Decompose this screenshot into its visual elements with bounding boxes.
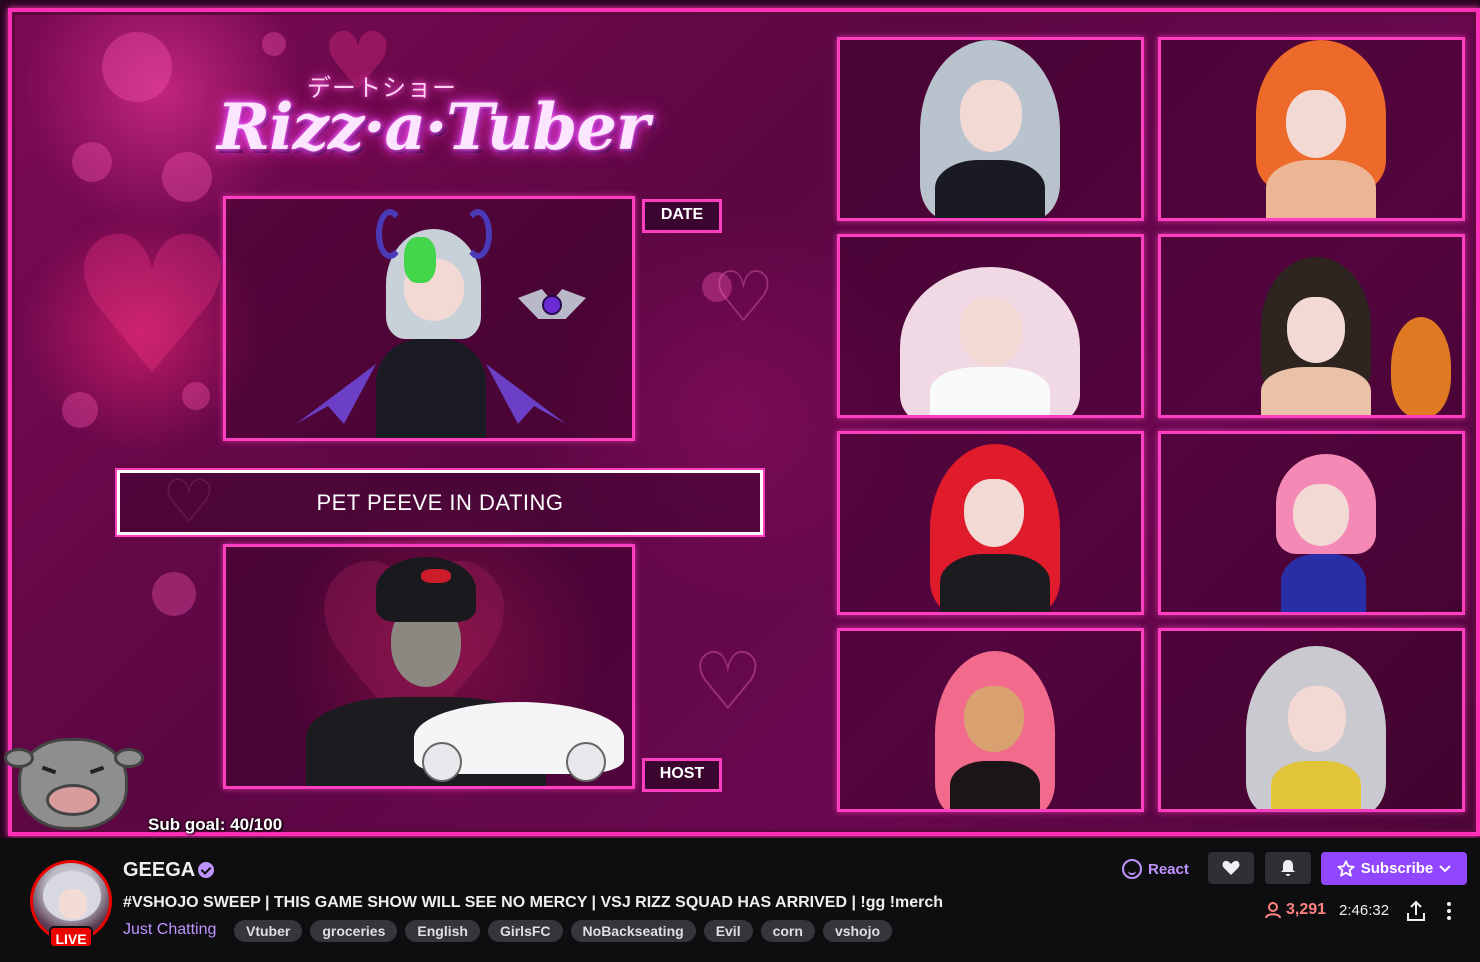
logo-title: Rizz·a·Tuber xyxy=(217,90,650,165)
follow-button[interactable] xyxy=(1208,852,1254,884)
tag-chip[interactable]: groceries xyxy=(310,920,398,942)
contestant-panel xyxy=(837,234,1144,418)
notifications-button[interactable] xyxy=(1265,852,1311,884)
contestant-panel xyxy=(1158,431,1465,615)
mascot-avatar xyxy=(4,718,154,836)
host-label: HOST xyxy=(642,758,722,792)
contestant-panel xyxy=(1158,37,1465,221)
tag-chip[interactable]: Vtuber xyxy=(234,920,303,942)
tag-chip[interactable]: English xyxy=(405,920,480,942)
tag-chip[interactable]: corn xyxy=(760,920,815,942)
host-avatar xyxy=(226,547,632,786)
contestant-panel xyxy=(1158,628,1465,812)
viewer-count: 3,291 xyxy=(1264,901,1326,919)
show-logo: デートショー Rizz·a·Tuber xyxy=(217,62,667,182)
host-cam-panel xyxy=(223,544,635,789)
react-label: React xyxy=(1148,860,1189,878)
date-avatar xyxy=(226,199,632,438)
sub-goal-text: Sub goal: 40/100 xyxy=(148,815,283,834)
stream-video[interactable]: ♥ ♥ ♥ ♡ ♡ ♡ デートショー Rizz·a·Tuber xyxy=(0,0,1480,838)
bokeh-light xyxy=(102,32,172,102)
bell-icon xyxy=(1281,860,1295,876)
bokeh-light xyxy=(262,32,286,56)
contestant-panel xyxy=(1158,234,1465,418)
contestant-panel xyxy=(837,431,1144,615)
chevron-down-icon xyxy=(1439,864,1451,872)
heart-outline-icon: ♡ xyxy=(712,256,775,338)
share-icon[interactable] xyxy=(1406,900,1426,922)
star-icon xyxy=(1337,859,1355,877)
contestant-panel xyxy=(837,37,1144,221)
tag-chip[interactable]: GirlsFC xyxy=(487,920,563,942)
more-options-icon[interactable] xyxy=(1446,901,1452,921)
smiley-icon xyxy=(1122,859,1142,879)
stream-title: #VSHOJO SWEEP | THIS GAME SHOW WILL SEE … xyxy=(123,894,944,911)
viewer-person-icon xyxy=(1265,902,1281,919)
date-cam-panel xyxy=(223,196,635,441)
subscribe-button[interactable]: Subscribe xyxy=(1321,852,1467,885)
overlay-frame: ♥ ♥ ♥ ♡ ♡ ♡ デートショー Rizz·a·Tuber xyxy=(8,8,1480,836)
viewer-count-value: 3,291 xyxy=(1286,901,1327,918)
channel-info-bar: LIVE GEEGA #VSHOJO SWEEP | THIS GAME SHO… xyxy=(0,838,1480,962)
heart-outline-icon: ♡ xyxy=(692,635,764,728)
react-button[interactable]: React xyxy=(1122,854,1189,884)
question-banner: PET PEEVE IN DATING xyxy=(117,470,763,535)
live-badge: LIVE xyxy=(49,926,93,948)
tag-chip[interactable]: NoBackseating xyxy=(570,920,696,942)
subscribe-label: Subscribe xyxy=(1360,860,1434,877)
tag-chip[interactable]: Evil xyxy=(703,920,753,942)
tag-list: Vtuber groceries English GirlsFC NoBacks… xyxy=(234,920,893,942)
date-label: DATE xyxy=(642,199,722,233)
verified-badge-icon xyxy=(198,862,214,878)
stream-uptime: 2:46:32 xyxy=(1339,902,1390,919)
heart-decoration-icon: ♥ xyxy=(67,196,238,417)
bokeh-light xyxy=(162,152,212,202)
tag-chip[interactable]: vshojo xyxy=(822,920,893,942)
bokeh-light xyxy=(72,142,112,182)
category-link[interactable]: Just Chatting xyxy=(123,921,216,939)
bokeh-light xyxy=(152,572,196,616)
streamer-name[interactable]: GEEGA xyxy=(123,859,195,882)
heart-icon xyxy=(1222,860,1240,875)
contestant-panel xyxy=(837,628,1144,812)
